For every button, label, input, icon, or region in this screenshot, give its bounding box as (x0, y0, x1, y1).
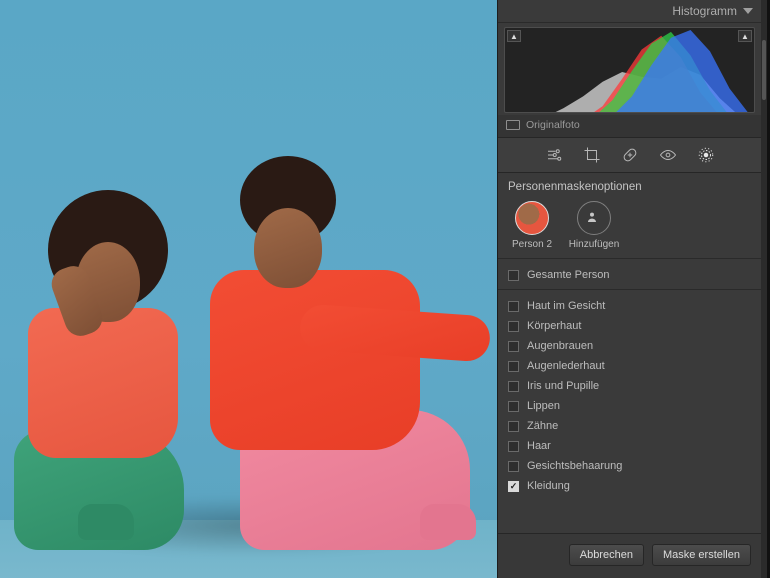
original-photo-icon (506, 120, 520, 130)
check-label: Lippen (527, 400, 560, 412)
original-photo-label: Originalfoto (526, 119, 580, 131)
check-label: Haut im Gesicht (527, 300, 605, 312)
add-person-button[interactable] (577, 201, 611, 235)
check-part[interactable]: Gesichtsbehaarung (508, 456, 751, 476)
check-part[interactable]: Haut im Gesicht (508, 296, 751, 316)
footer: Abbrechen Maske erstellen (498, 533, 761, 578)
check-part[interactable]: Augenbrauen (508, 336, 751, 356)
checkbox[interactable] (508, 421, 519, 432)
cancel-button[interactable]: Abbrechen (569, 544, 644, 566)
mask-options: Personenmaskenoptionen Person 2 Hinzufüg… (498, 173, 761, 533)
check-label: Körperhaut (527, 320, 581, 332)
collapse-icon (743, 8, 753, 14)
check-part[interactable]: Körperhaut (508, 316, 751, 336)
check-label: Haar (527, 440, 551, 452)
person-selector: Person 2 Hinzufügen (508, 201, 751, 250)
image-canvas[interactable] (0, 0, 497, 578)
right-panel: Histogramm ▲ ▲ Originalfoto (497, 0, 761, 578)
person-2-avatar[interactable] (515, 201, 549, 235)
create-mask-button[interactable]: Maske erstellen (652, 544, 751, 566)
scrollbar-rail[interactable] (761, 0, 767, 578)
check-label: Kleidung (527, 480, 570, 492)
check-whole-person[interactable]: Gesamte Person (508, 265, 751, 285)
checkbox[interactable] (508, 321, 519, 332)
checkbox[interactable] (508, 381, 519, 392)
checkbox[interactable] (508, 461, 519, 472)
mask-options-title: Personenmaskenoptionen (508, 181, 751, 193)
divider (498, 289, 761, 290)
check-part[interactable]: Lippen (508, 396, 751, 416)
subject-person-2 (180, 160, 497, 540)
sliders-icon[interactable] (545, 146, 563, 164)
crop-icon[interactable] (583, 146, 601, 164)
add-person-col: Hinzufügen (570, 201, 618, 250)
histogram-header[interactable]: Histogramm (498, 0, 761, 23)
check-part[interactable]: Augenlederhaut (508, 356, 751, 376)
checkbox[interactable] (508, 341, 519, 352)
person-2-label: Person 2 (512, 239, 552, 250)
check-label: Iris und Pupille (527, 380, 599, 392)
checkbox[interactable] (508, 301, 519, 312)
check-part[interactable]: Haar (508, 436, 751, 456)
app-root: Histogramm ▲ ▲ Originalfoto (0, 0, 770, 578)
radial-mask-icon[interactable] (697, 146, 715, 164)
check-label: Gesichtsbehaarung (527, 460, 622, 472)
histogram-svg (505, 28, 754, 113)
person-2-col: Person 2 (508, 201, 556, 250)
heal-icon[interactable] (621, 146, 639, 164)
scrollbar-thumb[interactable] (762, 40, 766, 100)
redeye-icon[interactable] (659, 146, 677, 164)
histogram-title: Histogramm (672, 4, 737, 18)
checkbox[interactable] (508, 401, 519, 412)
checkbox[interactable] (508, 361, 519, 372)
parts-list: Haut im Gesicht Körperhaut Augenbrauen Auge… (508, 296, 751, 496)
checkbox[interactable] (508, 270, 519, 281)
tool-strip (498, 138, 761, 173)
check-part[interactable]: Zähne (508, 416, 751, 436)
check-part[interactable]: Iris und Pupille (508, 376, 751, 396)
check-label: Augenbrauen (527, 340, 593, 352)
original-photo-row[interactable]: Originalfoto (498, 115, 761, 138)
check-part[interactable]: Kleidung (508, 476, 751, 496)
checkbox[interactable] (508, 441, 519, 452)
check-label: Augenlederhaut (527, 360, 605, 372)
divider (498, 258, 761, 259)
check-label: Gesamte Person (527, 269, 610, 281)
checkbox[interactable] (508, 481, 519, 492)
histogram[interactable]: ▲ ▲ (504, 27, 755, 113)
check-label: Zähne (527, 420, 558, 432)
add-person-label: Hinzufügen (569, 239, 620, 250)
